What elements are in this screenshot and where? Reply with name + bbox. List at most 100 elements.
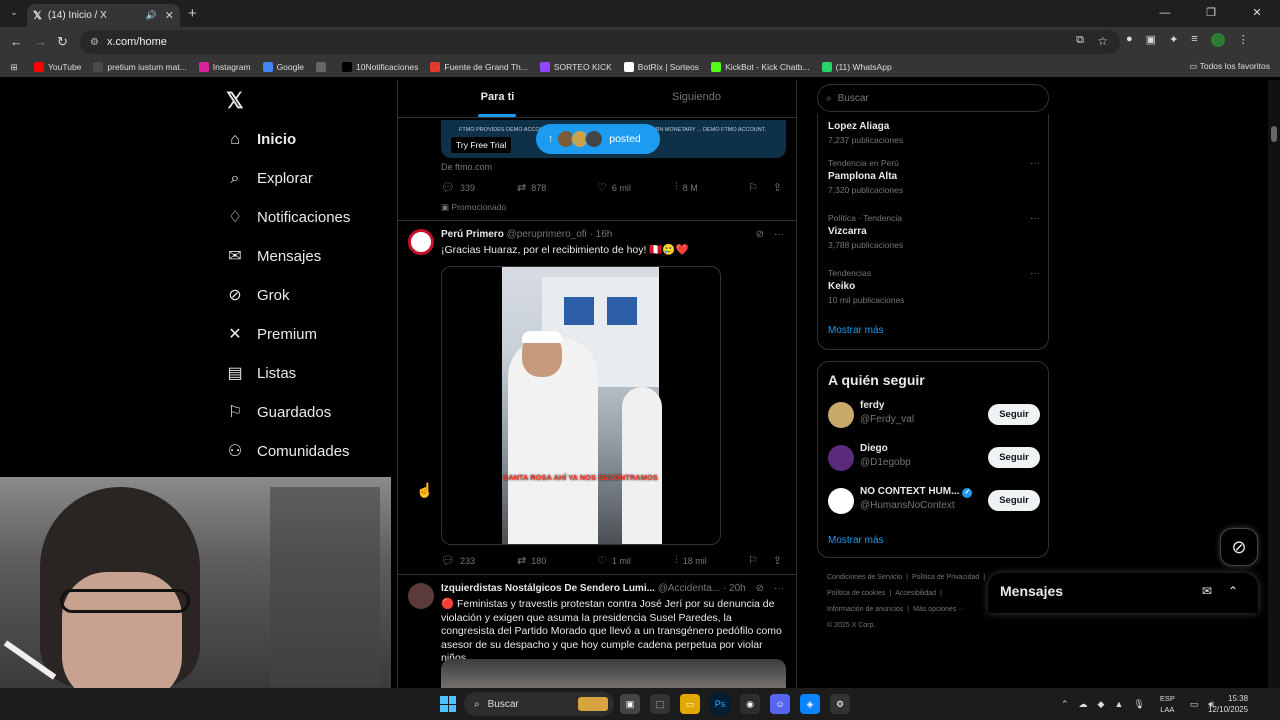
nav-item-explorar[interactable]: ⌕ Explorar	[226, 159, 350, 198]
repost-button[interactable]: ⇄ 180	[517, 554, 597, 567]
author-handle[interactable]: @peruprimero_ofi	[507, 229, 587, 240]
file-explorer-icon[interactable]: ▭	[680, 694, 700, 714]
grok-fab-button[interactable]: ⊘	[1220, 528, 1258, 566]
avatar[interactable]	[408, 583, 434, 609]
photoshop-icon[interactable]: Ps	[710, 694, 730, 714]
chevron-up-icon[interactable]: ⌃	[1061, 699, 1069, 710]
trend-item[interactable]: Tendencia en Perú Pamplona Alta 7,320 publ…	[828, 158, 1040, 195]
expand-icon[interactable]: ⌃	[1228, 584, 1238, 598]
speaker-icon[interactable]: 🔊	[146, 10, 157, 21]
footer-link[interactable]: © 2025 X Corp.	[827, 622, 875, 629]
app-icon[interactable]: ⬚	[650, 694, 670, 714]
more-options-icon[interactable]: ···	[1030, 158, 1040, 169]
nav-item-notificaciones[interactable]: ♢ Notificaciones	[226, 198, 351, 237]
menu-kebab-icon[interactable]: ⋮	[1238, 33, 1249, 47]
follow-suggestion[interactable]: Diego @D1egobp Seguir	[828, 441, 1040, 475]
app-tray-icon[interactable]: ◆	[1098, 699, 1105, 710]
bookmark-item[interactable]: 10Notificaciones	[341, 62, 418, 72]
more-options-icon[interactable]: ···	[774, 583, 784, 594]
follow-suggestion[interactable]: ferdy @Ferdy_val Seguir	[828, 398, 1040, 432]
install-app-icon[interactable]: ⧉	[1076, 34, 1084, 47]
post-time[interactable]: · 16h	[590, 229, 613, 240]
new-posts-pill[interactable]: ↑ posted	[536, 124, 660, 154]
language-indicator[interactable]: ESP LAA	[1155, 693, 1180, 715]
ad-source[interactable]: De ftmo.com	[441, 162, 492, 172]
post-image[interactable]	[441, 659, 786, 688]
minimize-button[interactable]: —	[1142, 0, 1188, 27]
footer-link[interactable]: Condiciones de Servicio	[827, 574, 902, 581]
share-icon[interactable]: ⇪	[773, 554, 782, 567]
cloud-icon[interactable]: ☁	[1079, 699, 1088, 710]
nav-item-premium[interactable]: ✕ Premium	[226, 315, 350, 354]
avatar[interactable]	[408, 229, 434, 255]
chrome-icon[interactable]: ◉	[740, 694, 760, 714]
show-more-trends-link[interactable]: Mostrar más	[828, 325, 884, 336]
more-options-icon[interactable]: ···	[1030, 213, 1040, 224]
app-icon[interactable]: ⚙	[830, 694, 850, 714]
bookmark-icon[interactable]: ⚐	[748, 554, 758, 567]
post-time[interactable]: · 20h	[723, 583, 746, 594]
trend-item[interactable]: Política · Tendencia Vizcarra 3,788 public…	[828, 213, 1040, 250]
forward-button[interactable]: →	[34, 34, 47, 49]
extension-icon[interactable]: ●	[1126, 33, 1133, 47]
follow-button[interactable]: Seguir	[988, 490, 1040, 511]
bookmark-item[interactable]: KickBot - Kick Chatb...	[711, 62, 810, 72]
messages-drawer[interactable]: Mensajes ✉ ⌃	[988, 573, 1258, 613]
x-logo-icon[interactable]: 𝕏	[226, 88, 244, 114]
bookmark-item[interactable]: Google	[262, 62, 304, 72]
reload-button[interactable]: ↻	[57, 34, 68, 50]
bookmark-item[interactable]: Fuente de Grand Th...	[430, 62, 528, 72]
reply-button[interactable]: 💬︎ 339	[441, 181, 517, 194]
grok-explain-icon[interactable]: ⊘	[756, 229, 764, 240]
grok-explain-icon[interactable]: ⊘	[756, 583, 764, 594]
nav-item-inicio[interactable]: ⌂ Inicio	[226, 120, 350, 159]
avatar[interactable]	[828, 488, 854, 514]
bookmark-item[interactable]	[315, 62, 330, 72]
tab-search-icon[interactable]: ⌄	[6, 7, 22, 21]
bookmark-star-icon[interactable]: ☆	[1097, 34, 1108, 48]
nav-item-grok[interactable]: ⊘ Grok	[226, 276, 350, 315]
share-icon[interactable]: ⇪	[773, 181, 782, 194]
extension-icon[interactable]: ▣	[1146, 33, 1156, 47]
trend-item[interactable]: Lopez Aliaga 7,237 publicaciones	[828, 118, 1040, 145]
show-more-follow-link[interactable]: Mostrar más	[828, 535, 884, 546]
taskbar-search[interactable]: ⌕ Buscar	[464, 692, 614, 716]
all-bookmarks-button[interactable]: ▭ Todos los favoritos	[1189, 61, 1270, 72]
follow-button[interactable]: Seguir	[988, 404, 1040, 425]
bookmark-item[interactable]: Instagram	[198, 62, 251, 72]
follow-suggestion[interactable]: NO CONTEXT HUM... ✓ @HumansNoContext Seguir	[828, 484, 1040, 518]
bookmark-item[interactable]: pretium iustum mat...	[93, 62, 187, 72]
footer-link[interactable]: Política de Privacidad	[912, 574, 979, 581]
footer-link[interactable]: Accesibilidad	[895, 590, 936, 597]
nav-item-mensajes[interactable]: ✉ Mensajes	[226, 237, 350, 276]
views-button[interactable]: ⫶ 8 M	[675, 181, 698, 194]
nav-item-guardados[interactable]: ⚐ Guardados	[226, 393, 350, 432]
apps-grid-icon[interactable]: ⊞	[0, 62, 28, 73]
restore-button[interactable]: ❐	[1188, 0, 1234, 27]
bookmark-item[interactable]: YouTube	[34, 62, 81, 72]
follow-button[interactable]: Seguir	[988, 447, 1040, 468]
back-button[interactable]: ←	[10, 34, 23, 49]
video-player[interactable]: SANTA ROSA AHÍ YA NOS ENCONTRAMOS	[441, 266, 721, 545]
task-view-icon[interactable]: ▣	[620, 694, 640, 714]
avatar[interactable]	[828, 445, 854, 471]
author-name[interactable]: Izquierdistas Nostálgicos De Sendero Lum…	[441, 583, 655, 594]
discord-icon[interactable]: ☺	[770, 694, 790, 714]
more-options-icon[interactable]: ···	[1030, 268, 1040, 279]
close-window-button[interactable]: ✕	[1234, 0, 1280, 27]
views-button[interactable]: ⫶ 18 mil	[675, 554, 707, 567]
trend-item[interactable]: Tendencias Keiko 10 mil publicaciones ···	[828, 268, 1040, 305]
windows-start-icon[interactable]	[440, 696, 456, 712]
bookmark-item[interactable]: BotRix | Sorteos	[623, 62, 699, 72]
site-info-icon[interactable]: ⚙	[90, 37, 99, 48]
system-clock[interactable]: 15:38 12/10/2025	[1208, 693, 1248, 715]
bookmark-icon[interactable]: ⚐	[748, 181, 758, 194]
author-name[interactable]: Perú Primero	[441, 229, 504, 240]
repost-button[interactable]: ⇄ 878	[517, 181, 597, 194]
footer-link[interactable]: Información de anuncios	[827, 606, 903, 613]
page-scrollbar[interactable]	[1268, 80, 1280, 688]
more-options-icon[interactable]: ···	[774, 229, 784, 240]
bookmark-item[interactable]: (11) WhatsApp	[821, 62, 892, 72]
avatar[interactable]	[828, 402, 854, 428]
nav-item-listas[interactable]: ▤ Listas	[226, 354, 350, 393]
